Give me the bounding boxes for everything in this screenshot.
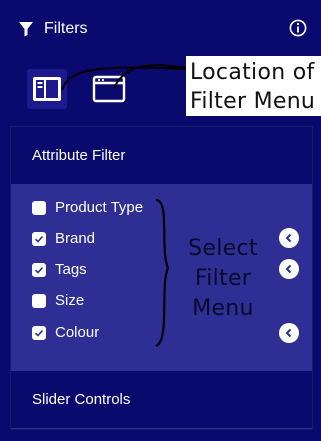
top-layout-button[interactable] — [88, 69, 128, 109]
check-icon — [34, 235, 44, 243]
option-colour[interactable]: Colour — [32, 324, 99, 341]
option-product-type[interactable]: Product Type — [32, 199, 143, 216]
slider-controls-title: Slider Controls — [32, 391, 131, 408]
select-callout-line3: Menu — [192, 296, 254, 321]
option-label: Colour — [55, 324, 100, 341]
select-callout-line1: Select — [188, 236, 258, 261]
checkbox-size[interactable] — [32, 293, 46, 308]
check-icon — [34, 266, 44, 274]
chevron-brand[interactable] — [279, 228, 299, 248]
location-callout-text: Location of Filter Menu — [190, 58, 315, 116]
location-callout-line1: Location of — [190, 60, 315, 85]
select-callout-line2: Filter — [194, 266, 252, 291]
option-brand[interactable]: Brand — [32, 230, 95, 247]
attribute-filter-title: Attribute Filter — [32, 147, 126, 164]
option-label: Brand — [55, 230, 96, 247]
option-label: Product Type — [55, 199, 144, 216]
filters-title: Filters — [44, 19, 88, 37]
filter-panel: Attribute Filter Product Type Brand Tags… — [10, 126, 313, 430]
chevron-tags[interactable] — [279, 259, 299, 279]
option-label: Tags — [55, 261, 87, 278]
sidebar-layout-icon — [33, 77, 61, 101]
chevron-left-icon — [285, 233, 292, 243]
window-layout-icon — [92, 75, 126, 103]
option-tags[interactable]: Tags — [32, 261, 87, 278]
filter-icon — [19, 21, 33, 36]
checkbox-brand[interactable] — [32, 231, 46, 246]
chevron-left-icon — [285, 264, 292, 274]
chevron-colour[interactable] — [279, 323, 299, 343]
slider-controls-header[interactable]: Slider Controls — [11, 371, 312, 428]
option-size[interactable]: Size — [32, 292, 84, 309]
chevron-left-icon — [285, 328, 292, 338]
checkbox-tags[interactable] — [32, 262, 46, 277]
check-icon — [34, 329, 44, 337]
info-icon[interactable] — [289, 19, 307, 37]
filters-header: Filters — [0, 0, 321, 57]
attribute-filter-header[interactable]: Attribute Filter — [11, 127, 312, 184]
checkbox-colour[interactable] — [32, 325, 46, 340]
option-label: Size — [55, 292, 85, 309]
location-callout-line2: Filter Menu — [190, 89, 316, 114]
sidebar-layout-button[interactable] — [27, 69, 67, 109]
checkbox-product-type[interactable] — [32, 200, 46, 215]
select-callout-text: Select Filter Menu — [183, 234, 263, 324]
